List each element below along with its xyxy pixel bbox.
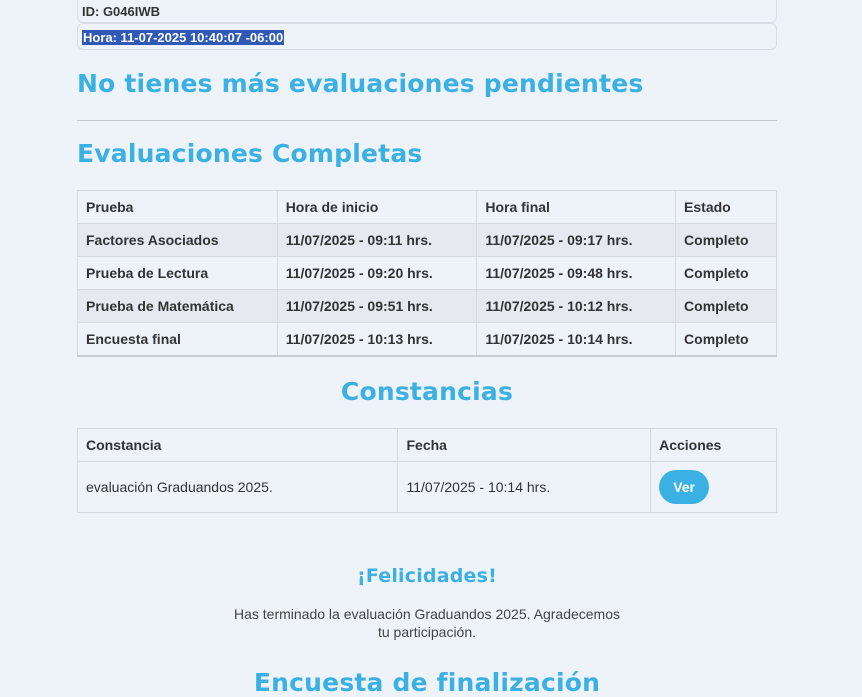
evaluations-table: Prueba Hora de inicio Hora final Estado … [77,190,777,357]
end-time-cell: 11/07/2025 - 10:12 hrs. [476,289,677,323]
test-name-cell: Encuesta final [77,322,278,357]
pending-title: No tienes más evaluaciones pendientes [77,69,644,98]
id-box: ID: G046IWB [77,0,777,23]
header-cell: Hora final [476,190,677,224]
header-cell: Constancia [76,428,399,462]
student-id: ID: G046IWB [82,4,161,19]
start-time-cell: 11/07/2025 - 09:20 hrs. [276,256,478,290]
test-name-cell: Factores Asociados [77,223,278,257]
header-cell: Estado [675,190,777,224]
timestamp[interactable]: Hora: 11-07-2025 10:40:07 -06:00 [82,30,285,45]
constancia-date-cell: 11/07/2025 - 10:14 hrs. [397,461,652,513]
partial-section-title: Encuesta de finalización [253,668,601,697]
start-time-cell: 11/07/2025 - 09:51 hrs. [276,289,478,323]
table-row: evaluación Graduandos 2025. 11/07/2025 -… [76,461,777,513]
felicidades-title: ¡Felicidades! [356,565,498,587]
end-time-cell: 11/07/2025 - 09:17 hrs. [476,223,677,257]
table-header-row: Constancia Fecha Acciones [76,428,777,462]
start-time-cell: 11/07/2025 - 10:13 hrs. [276,322,478,357]
header-cell: Fecha [397,428,652,462]
status-cell: Completo [675,322,777,357]
completed-title: Evaluaciones Completas [77,139,423,168]
end-time-cell: 11/07/2025 - 10:14 hrs. [476,322,677,357]
status-cell: Completo [675,223,777,257]
ver-button[interactable]: Ver [659,470,710,504]
hora-box: Hora: 11-07-2025 10:40:07 -06:00 [77,23,777,50]
divider [77,120,777,121]
constancias-table: Constancia Fecha Acciones evaluación Gra… [76,428,777,513]
completion-message: Has terminado la evaluación Graduandos 2… [233,606,621,640]
constancias-title: Constancias [340,377,514,406]
header-cell: Hora de inicio [276,190,478,224]
table-row: Encuesta final 11/07/2025 - 10:13 hrs. 1… [77,322,777,357]
test-name-cell: Prueba de Lectura [77,256,278,290]
table-row: Prueba de Lectura 11/07/2025 - 09:20 hrs… [77,256,777,290]
test-name-cell: Prueba de Matemática [77,289,278,323]
header-cell: Prueba [77,190,278,224]
status-cell: Completo [675,256,777,290]
end-time-cell: 11/07/2025 - 09:48 hrs. [476,256,677,290]
table-row: Prueba de Matemática 11/07/2025 - 09:51 … [77,289,777,323]
status-cell: Completo [675,289,777,323]
table-row: Factores Asociados 11/07/2025 - 09:11 hr… [77,223,777,257]
start-time-cell: 11/07/2025 - 09:11 hrs. [276,223,478,257]
constancia-name-cell: evaluación Graduandos 2025. [76,461,399,513]
table-header-row: Prueba Hora de inicio Hora final Estado [77,190,777,224]
header-cell: Acciones [650,428,777,462]
actions-cell: Ver [650,461,777,513]
